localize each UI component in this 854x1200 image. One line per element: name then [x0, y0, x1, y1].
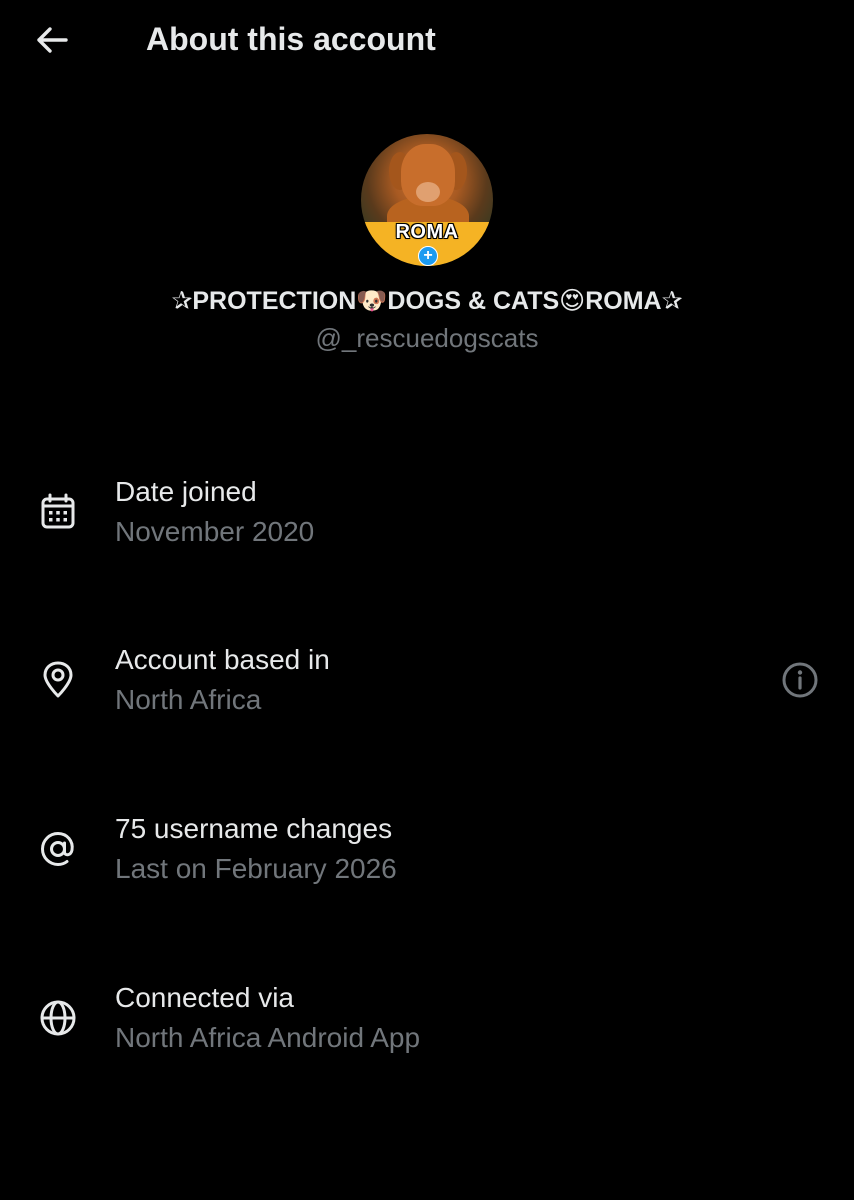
calendar-icon	[36, 490, 80, 534]
page-title: About this account	[146, 21, 436, 57]
row-title: Date joined	[115, 476, 257, 507]
avatar-dog-snout	[416, 182, 440, 202]
globe-icon	[36, 996, 80, 1040]
at-sign-icon	[36, 827, 80, 871]
row-title: 75 username changes	[115, 813, 393, 844]
display-name: ✰PROTECTION🐶DOGS & CATS😍ROMA✰	[171, 287, 683, 315]
top-app-bar: About this account	[0, 0, 854, 80]
arrow-left-icon	[37, 27, 68, 53]
profile-summary: ROMA + ✰PROTECTION🐶DOGS & CATS😍ROMA✰ @_r…	[0, 134, 854, 354]
row-account-based-in: Account based in North Africa	[0, 642, 854, 722]
row-value: North Africa	[115, 684, 262, 715]
row-date-joined: Date joined November 2020	[0, 474, 854, 554]
info-icon	[782, 662, 818, 698]
avatar-badge-text: ROMA	[395, 221, 459, 243]
row-connected-via: Connected via North Africa Android App	[0, 980, 854, 1060]
row-title: Connected via	[115, 982, 295, 1013]
back-button[interactable]	[30, 20, 74, 60]
row-username-changes: 75 username changes Last on February 202…	[0, 811, 854, 891]
info-button[interactable]	[780, 660, 820, 700]
row-value: Last on February 2026	[115, 853, 397, 884]
avatar-plus-icon: +	[418, 246, 438, 266]
row-value: November 2020	[115, 516, 315, 547]
row-title: Account based in	[115, 644, 330, 675]
location-pin-icon	[36, 658, 80, 702]
row-value: North Africa Android App	[115, 1022, 421, 1053]
avatar[interactable]: ROMA +	[361, 134, 493, 266]
username-handle: @_rescuedogscats	[315, 323, 539, 353]
